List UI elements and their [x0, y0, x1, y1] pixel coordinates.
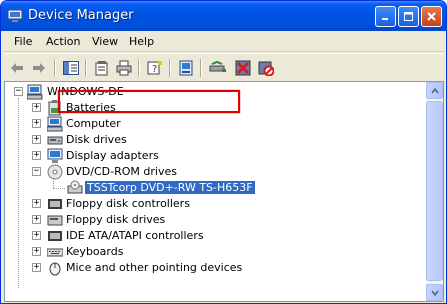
tree-item-label: Disk drives — [66, 133, 127, 146]
expand-icon[interactable]: + — [32, 231, 41, 240]
properties-button[interactable] — [92, 58, 112, 78]
tree-item-selected-text: TSSTcorp DVD+-RW TS-H653F — [85, 181, 255, 194]
chevron-up-icon — [430, 87, 439, 93]
expand-icon[interactable]: + — [32, 151, 41, 160]
expand-icon[interactable]: + — [32, 263, 41, 272]
display-adapter-icon — [47, 148, 63, 163]
expand-icon[interactable]: + — [32, 215, 41, 224]
svg-text:?: ? — [152, 64, 157, 75]
tree-item-label: Floppy disk drives — [66, 213, 166, 226]
tree-root[interactable]: − WINDOWS-DE — [5, 84, 425, 100]
menu-bar: File Action View Help — [4, 32, 444, 52]
menu-view[interactable]: View — [92, 35, 118, 48]
mouse-icon — [49, 262, 61, 276]
keyboard-icon — [47, 248, 63, 257]
scrollbar-thumb[interactable] — [426, 101, 443, 281]
collapse-icon[interactable]: − — [32, 167, 41, 176]
help-button[interactable]: ? — [145, 58, 165, 78]
minimize-button[interactable] — [375, 6, 396, 27]
tree-item-label: IDE ATA/ATAPI controllers — [66, 229, 204, 242]
print-button[interactable] — [114, 58, 134, 78]
update-driver-icon — [209, 60, 226, 72]
menu-file[interactable]: File — [14, 35, 32, 48]
tree-item-label: DVD/CD-ROM drives — [66, 165, 177, 178]
toolbar-separator — [54, 59, 56, 77]
help-icon: ? — [147, 61, 162, 75]
floppy-icon — [47, 215, 63, 226]
tree-item-keyboards[interactable]: + Keyboards — [5, 244, 425, 260]
uninstall-icon — [235, 60, 251, 76]
expand-icon[interactable]: + — [32, 103, 41, 112]
tree-root-label: WINDOWS-DE — [47, 85, 124, 98]
tree-item-label: Mice and other pointing devices — [66, 261, 243, 274]
disable-icon — [258, 61, 274, 76]
tree-item-label: Display adapters — [66, 149, 159, 162]
toolbar-separator — [169, 59, 171, 77]
title-bar[interactable]: Device Manager — [1, 1, 446, 31]
forward-button[interactable] — [29, 58, 49, 78]
controller-icon — [48, 231, 62, 241]
tree-item-floppy-disk-drives[interactable]: + Floppy disk drives — [5, 212, 425, 228]
tree-item-label: Batteries — [66, 101, 116, 114]
tree-item-display-adapters[interactable]: + Display adapters — [5, 148, 425, 164]
tree-item-dvd-cd-rom-drives[interactable]: − DVD/CD-ROM drives — [5, 164, 425, 180]
device-manager-icon — [7, 9, 23, 22]
show-hide-tree-icon — [63, 61, 79, 75]
expand-icon[interactable]: + — [32, 119, 41, 128]
toolbar-separator — [85, 59, 87, 77]
minimize-icon — [382, 18, 388, 20]
back-icon — [11, 63, 23, 73]
battery-icon — [48, 100, 61, 116]
device-manager-window: Device Manager File Action View Help ? −… — [0, 0, 447, 304]
maximize-icon — [404, 12, 413, 21]
close-button[interactable] — [421, 6, 442, 27]
vertical-scrollbar[interactable] — [426, 82, 443, 301]
toolbar-separator — [138, 59, 140, 77]
selected-device-label: TSSTcorp DVD+-RW TS-H653F — [85, 181, 255, 194]
collapse-icon[interactable]: − — [14, 87, 23, 96]
forward-icon — [33, 63, 45, 73]
toolbar-separator — [200, 59, 202, 77]
tree-item-ide-ata-atapi-controllers[interactable]: + IDE ATA/ATAPI controllers — [5, 228, 425, 244]
tree-item-computer[interactable]: + Computer — [5, 116, 425, 132]
scroll-up-button[interactable] — [426, 82, 443, 99]
menu-help[interactable]: Help — [129, 35, 154, 48]
update-driver-button[interactable] — [208, 58, 228, 78]
controller-icon — [48, 199, 62, 209]
tree-item-mice[interactable]: + Mice and other pointing devices — [5, 260, 425, 276]
show-hide-tree-button[interactable] — [61, 58, 81, 78]
menu-action[interactable]: Action — [46, 35, 80, 48]
computer-icon — [47, 116, 63, 132]
disk-drive-icon — [47, 136, 63, 145]
close-icon — [427, 12, 436, 21]
expand-icon[interactable]: + — [32, 135, 41, 144]
scan-hardware-button[interactable] — [176, 58, 196, 78]
tree-item-batteries[interactable]: + Batteries — [5, 100, 425, 116]
tree-item-label: Floppy disk controllers — [66, 197, 190, 210]
device-tree[interactable]: − WINDOWS-DE + Batteries + Computer + Di… — [4, 81, 444, 302]
maximize-button[interactable] — [398, 6, 419, 27]
properties-icon — [95, 61, 108, 76]
dvd-drive-icon — [67, 180, 83, 194]
tree-item-floppy-disk-controllers[interactable]: + Floppy disk controllers — [5, 196, 425, 212]
expand-icon[interactable]: + — [32, 247, 41, 256]
back-button[interactable] — [7, 58, 27, 78]
tree-item-dvd-device[interactable]: TSSTcorp DVD+-RW TS-H653F — [5, 180, 425, 196]
tree-item-label: Keyboards — [66, 245, 124, 258]
disable-button[interactable] — [256, 58, 276, 78]
window-title: Device Manager — [28, 8, 134, 23]
dvd-drive-icon — [47, 164, 63, 180]
uninstall-button[interactable] — [233, 58, 253, 78]
tree-item-label: Computer — [66, 117, 121, 130]
tree-item-disk-drives[interactable]: + Disk drives — [5, 132, 425, 148]
toolbar: ? — [4, 53, 444, 81]
expand-icon[interactable]: + — [32, 199, 41, 208]
chevron-down-icon — [430, 290, 439, 296]
print-icon — [116, 60, 132, 76]
scroll-down-button[interactable] — [426, 284, 443, 301]
computer-icon — [27, 84, 43, 100]
scan-hardware-icon — [179, 60, 193, 76]
